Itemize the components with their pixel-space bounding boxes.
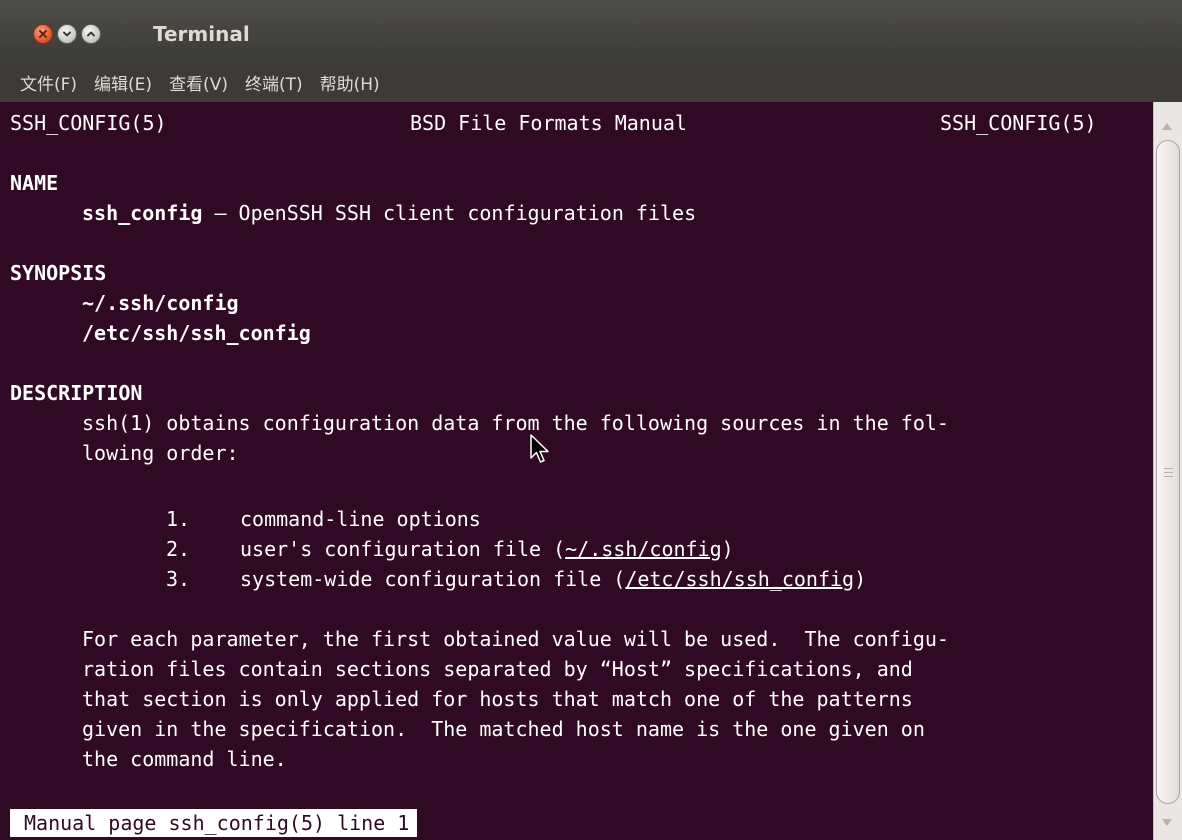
list-item-text: system-wide configuration file (/etc/ssh… (240, 564, 866, 594)
paragraph-line: given in the specification. The matched … (82, 717, 925, 741)
grip-line (1164, 472, 1173, 473)
terminal-window: Terminal 文件(F) 编辑(E) 查看(V) 终端(T) 帮助(H) S… (0, 0, 1182, 840)
list-item-number: 3. (166, 567, 191, 591)
system-config-path: /etc/ssh/ssh_config (625, 567, 855, 591)
scroll-up-icon[interactable] (1162, 123, 1172, 130)
section-heading-name: NAME (10, 171, 59, 195)
pager-status: Manual page ssh_config(5) line 1 (10, 809, 418, 837)
name-line: ssh_config — OpenSSH SSH client configur… (82, 198, 696, 228)
title-bar[interactable]: Terminal (0, 0, 1182, 62)
description-line: ssh(1) obtains configuration data from t… (82, 411, 949, 435)
list-item-number: 2. (166, 537, 191, 561)
menu-bar: 文件(F) 编辑(E) 查看(V) 终端(T) 帮助(H) (0, 62, 1182, 102)
section-heading-description: DESCRIPTION (10, 381, 143, 405)
close-icon[interactable] (33, 24, 53, 44)
paragraph-line: For each parameter, the first obtained v… (82, 627, 949, 651)
menu-view[interactable]: 查看(V) (169, 70, 228, 95)
name-command: ssh_config (82, 201, 203, 225)
terminal-content[interactable]: SSH_CONFIG(5) BSD File Formats Manual SS… (0, 102, 1153, 840)
vertical-scrollbar[interactable] (1153, 102, 1182, 840)
description-line: lowing order: (82, 441, 239, 465)
grip-line (1164, 476, 1173, 477)
user-config-path: ~/.ssh/config (565, 537, 722, 561)
paragraph-line: the command line. (82, 747, 287, 771)
menu-file[interactable]: 文件(F) (20, 70, 77, 95)
list-item-prefix: system-wide configuration file ( (240, 567, 626, 591)
list-item-suffix: ) (854, 567, 867, 591)
window-title: Terminal (153, 22, 250, 46)
list-item-text: user's configuration file (~/.ssh/config… (240, 534, 734, 564)
man-header-right: SSH_CONFIG(5) (940, 111, 1097, 135)
list-item-text: command-line options (240, 507, 481, 531)
maximize-icon[interactable] (81, 24, 101, 44)
grip-line (1164, 468, 1173, 469)
scrollbar-thumb[interactable] (1156, 140, 1180, 804)
list-item-prefix: user's configuration file ( (240, 537, 566, 561)
man-header-left: SSH_CONFIG(5) (10, 111, 167, 135)
paragraph-line: that section is only applied for hosts t… (82, 687, 913, 711)
scroll-down-icon[interactable] (1162, 819, 1172, 826)
section-heading-synopsis: SYNOPSIS (10, 261, 107, 285)
man-header-center: BSD File Formats Manual (410, 111, 687, 135)
synopsis-system-config: /etc/ssh/ssh_config (82, 321, 311, 345)
list-item-number: 1. (166, 507, 191, 531)
paragraph-line: ration files contain sections separated … (82, 657, 913, 681)
menu-terminal[interactable]: 终端(T) (245, 70, 303, 95)
menu-edit[interactable]: 编辑(E) (94, 70, 152, 95)
name-description: — OpenSSH SSH client configuration files (202, 201, 697, 225)
list-item-suffix: ) (721, 537, 734, 561)
synopsis-user-config: ~/.ssh/config (82, 291, 239, 315)
minimize-icon[interactable] (57, 24, 77, 44)
menu-help[interactable]: 帮助(H) (320, 70, 380, 95)
mouse-pointer-icon (530, 434, 552, 469)
